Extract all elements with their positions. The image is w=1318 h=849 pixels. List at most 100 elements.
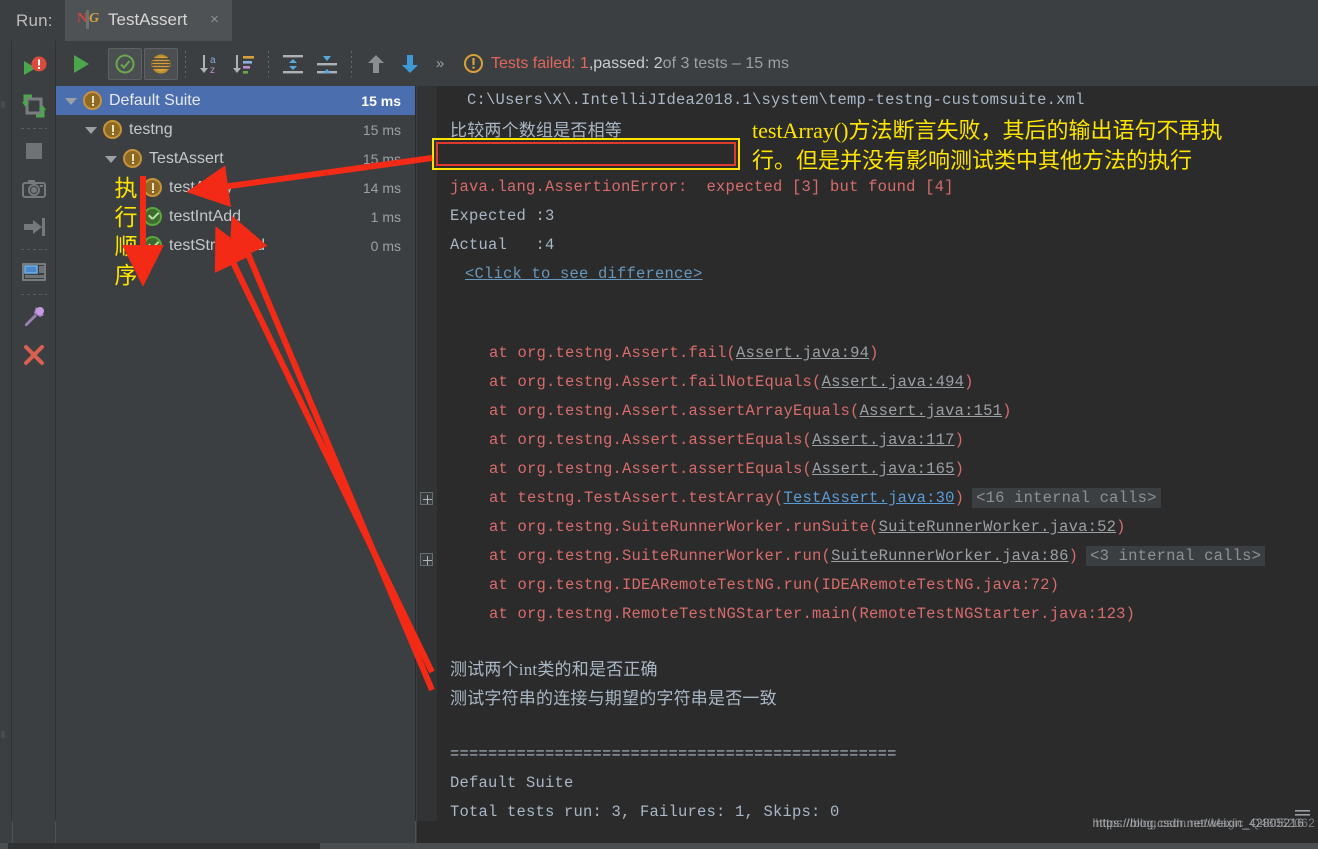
tab-testassert[interactable]: N G TestAssert × (65, 0, 232, 41)
tree-item-duration: 15 ms (361, 92, 401, 109)
expand-all-button[interactable] (276, 47, 310, 81)
console-actual: Actual :4 (450, 236, 555, 254)
internal-calls-badge: <3 internal calls> (1086, 546, 1266, 566)
check-circle-icon (115, 54, 135, 73)
chevron-down-icon[interactable] (84, 123, 97, 136)
toggle-show-passed[interactable] (108, 47, 142, 80)
console-output[interactable]: C:\Users\X\.IntelliJIdea2018.1\system\te… (417, 86, 1318, 821)
run-window-side-toolbar (12, 41, 56, 849)
pin-tab-button[interactable] (15, 298, 53, 336)
tree-item-duration: 15 ms (362, 121, 401, 138)
warning-circle-icon (464, 54, 483, 73)
source-link: Assert.java:94 (736, 344, 870, 362)
auto-test-icon (21, 94, 46, 118)
tree-item-label: testIntAdd (169, 207, 242, 225)
console-summary-title: Default Suite (450, 774, 574, 792)
source-link: Assert.java:165 (812, 460, 955, 478)
sort-alpha-icon: a z (200, 54, 216, 76)
expand-internal-calls-2[interactable] (420, 553, 433, 566)
tree-row-default-suite[interactable]: Default Suite 15 ms (56, 86, 415, 115)
chevron-down-icon[interactable] (104, 152, 117, 165)
console-cjk-line-1: 比较两个数组是否相等 (450, 121, 622, 140)
rerun-failed-tests-button[interactable] (15, 49, 53, 87)
status-warning-icon (103, 120, 122, 139)
tab-label: TestAssert (108, 10, 188, 29)
bottom-cell-console (417, 821, 1318, 843)
expand-internal-calls-1[interactable] (420, 492, 433, 505)
sort-alphabetically-button[interactable]: a z (193, 47, 227, 81)
stack-frame-6[interactable]: at org.testng.SuiteRunnerWorker.runSuite… (489, 518, 1126, 536)
tree-item-duration: 1 ms (370, 208, 401, 225)
collapse-all-icon (317, 55, 337, 73)
console-summary-line: Total tests run: 3, Failures: 1, Skips: … (450, 803, 840, 821)
toolbar-separator (20, 294, 47, 295)
bottom-cell-tree (56, 821, 416, 843)
export-snapshot-button[interactable] (15, 170, 53, 208)
close-button[interactable] (15, 336, 53, 374)
ide-run-window: Run: N G TestAssert × a z » Tests failed… (0, 0, 1318, 849)
sort-by-duration-button[interactable] (227, 47, 261, 81)
tree-row-teststringadd[interactable]: testStringAdd 0 ms (56, 231, 415, 260)
next-failed-button[interactable] (393, 47, 427, 81)
run-tool-window-label: Run: (16, 11, 53, 30)
close-x-icon (23, 345, 44, 365)
stack-frame-0[interactable]: at org.testng.Assert.fail(Assert.java:94… (489, 344, 879, 362)
console-cjk-line-2: 测试两个int类的和是否正确 (450, 660, 658, 679)
tree-row-testintadd[interactable]: testIntAdd 1 ms (56, 202, 415, 231)
toggle-auto-test-button[interactable] (15, 87, 53, 125)
console-rule-top: ========================================… (450, 745, 897, 763)
layout-settings-button[interactable] (15, 253, 53, 291)
source-link: Assert.java:494 (821, 373, 965, 391)
stack-frame-2[interactable]: at org.testng.Assert.assertArrayEquals(A… (489, 402, 1012, 420)
source-link: TestAssert.java:30 (783, 489, 955, 507)
stack-frame-7[interactable]: at org.testng.SuiteRunnerWorker.run(Suit… (489, 546, 1266, 566)
prev-failed-button[interactable] (359, 47, 393, 81)
toggle-show-ignored[interactable] (144, 47, 178, 80)
test-status-summary: Tests failed: 1 , passed: 2 of 3 tests –… (463, 53, 789, 74)
rerun-failed-icon (23, 56, 46, 75)
sort-duration-icon (233, 54, 254, 74)
tab-bar: Run: N G TestAssert × (0, 0, 1318, 41)
chevron-down-icon[interactable] (64, 94, 77, 107)
stack-frame-3[interactable]: at org.testng.Assert.assertEquals(Assert… (489, 431, 964, 449)
import-results-button[interactable] (15, 208, 53, 246)
rerun-button[interactable] (64, 47, 98, 81)
status-warning-icon (123, 149, 142, 168)
tree-item-label: testStringAdd (169, 236, 266, 254)
click-to-see-difference-link[interactable]: <Click to see difference> (465, 265, 703, 283)
svg-text:z: z (210, 65, 215, 76)
console-expected: Expected :3 (450, 207, 555, 225)
tree-item-label: testArray (169, 178, 234, 196)
arrow-up-icon (368, 54, 384, 73)
status-passed-icon (143, 207, 162, 226)
source-link: Assert.java:117 (812, 431, 955, 449)
stop-button[interactable] (15, 132, 53, 170)
toolbar-separator (20, 249, 47, 250)
stack-frame-1[interactable]: at org.testng.Assert.failNotEquals(Asser… (489, 373, 974, 391)
tree-row-testarray[interactable]: testArray 14 ms (56, 173, 415, 202)
scrollbar-thumb[interactable] (8, 843, 320, 849)
test-results-tree[interactable]: Default Suite 15 ms testng 15 ms TestAss… (56, 86, 416, 821)
status-passed-icon (143, 236, 162, 255)
stack-frame-4[interactable]: at org.testng.Assert.assertEquals(Assert… (489, 460, 964, 478)
source-link: Assert.java:151 (859, 402, 1003, 420)
horizontal-scrollbar[interactable] (0, 843, 1318, 849)
chevron-double-right-icon: » (435, 55, 445, 72)
expand-all-icon (283, 54, 303, 73)
stack-frame-9[interactable]: at org.testng.RemoteTestNGStarter.main(R… (489, 605, 1135, 623)
stack-frame-5[interactable]: at testng.TestAssert.testArray(TestAsser… (489, 488, 1161, 508)
tree-item-duration: 14 ms (362, 179, 401, 196)
tests-total-duration: of 3 tests – 15 ms (662, 54, 789, 72)
more-button[interactable]: » (427, 47, 453, 81)
tree-item-duration: 15 ms (362, 150, 401, 167)
tree-row-testassert[interactable]: TestAssert 15 ms (56, 144, 415, 173)
close-icon[interactable]: × (207, 12, 222, 27)
tests-passed-count: passed: 2 (593, 54, 663, 72)
striped-circle-icon (151, 54, 171, 73)
tests-failed-count: Tests failed: 1 (491, 54, 589, 72)
collapse-all-button[interactable] (310, 47, 344, 81)
tree-row-testng[interactable]: testng 15 ms (56, 115, 415, 144)
testng-icon: N G (77, 10, 99, 29)
bottom-cell-toolcol (12, 821, 56, 843)
stack-frame-8[interactable]: at org.testng.IDEARemoteTestNG.run(IDEAR… (489, 576, 1059, 594)
